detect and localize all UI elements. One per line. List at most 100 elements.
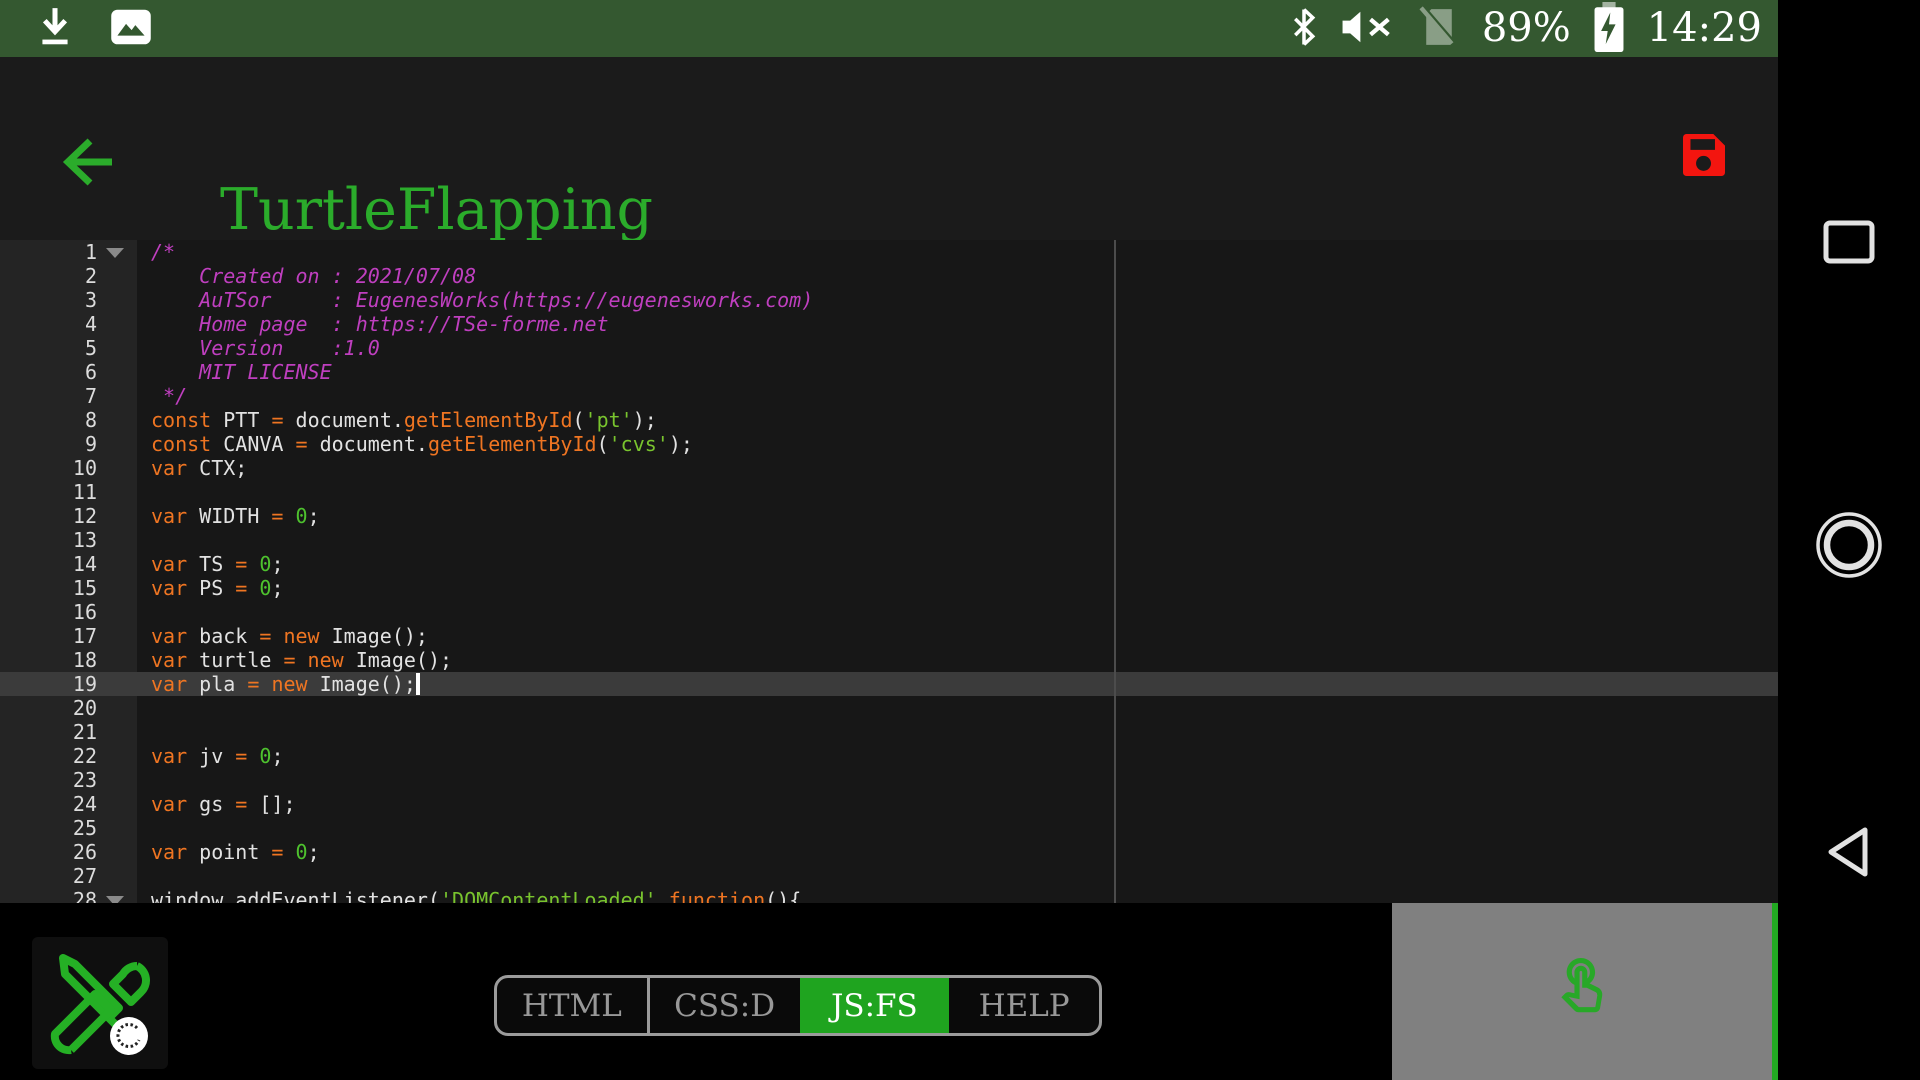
line-number: 11 bbox=[0, 480, 137, 504]
code-line[interactable]: 13 bbox=[0, 528, 1778, 552]
status-bar-left bbox=[36, 0, 152, 57]
code-text[interactable]: const CANVA = document.getElementById('c… bbox=[137, 432, 1778, 456]
code-text[interactable]: window.addEventListener('DOMContentLoade… bbox=[137, 888, 1778, 903]
download-icon bbox=[36, 5, 74, 53]
back-arrow-icon[interactable] bbox=[58, 131, 116, 197]
touch-gesture-panel[interactable] bbox=[1392, 903, 1772, 1080]
home-button[interactable] bbox=[1778, 508, 1920, 582]
bottom-toolbar: HTMLCSS:DJS:FSHELP bbox=[0, 903, 1778, 1080]
battery-percent: 89% bbox=[1482, 0, 1571, 57]
line-number: 21 bbox=[0, 720, 137, 744]
code-line[interactable]: 1/* bbox=[0, 240, 1778, 264]
code-line[interactable]: 17var back = new Image(); bbox=[0, 624, 1778, 648]
fold-arrow-icon[interactable] bbox=[106, 896, 124, 903]
code-line[interactable]: 6 MIT LICENSE bbox=[0, 360, 1778, 384]
code-line[interactable]: 27 bbox=[0, 864, 1778, 888]
code-text[interactable]: var TS = 0; bbox=[137, 552, 1778, 576]
code-text[interactable]: var back = new Image(); bbox=[137, 624, 1778, 648]
code-text[interactable]: Created on : 2021/07/08 bbox=[137, 264, 1778, 288]
android-nav-bar bbox=[1778, 0, 1920, 1080]
save-button[interactable] bbox=[1676, 127, 1732, 183]
code-text[interactable]: var turtle = new Image(); bbox=[137, 648, 1778, 672]
line-number: 15 bbox=[0, 576, 137, 600]
code-line[interactable]: 12var WIDTH = 0; bbox=[0, 504, 1778, 528]
code-text[interactable]: Version :1.0 bbox=[137, 336, 1778, 360]
code-text[interactable] bbox=[137, 480, 1778, 504]
code-editor[interactable]: 1/*2 Created on : 2021/07/083 AuTSor : E… bbox=[0, 240, 1778, 903]
page-title: TurtleFlapping bbox=[220, 177, 653, 243]
code-line[interactable]: 18var turtle = new Image(); bbox=[0, 648, 1778, 672]
code-line[interactable]: 3 AuTSor : EugenesWorks(https://eugenesw… bbox=[0, 288, 1778, 312]
line-number: 23 bbox=[0, 768, 137, 792]
tab-js-fs[interactable]: JS:FS bbox=[800, 978, 950, 1033]
code-text[interactable] bbox=[137, 720, 1778, 744]
line-number: 25 bbox=[0, 816, 137, 840]
fold-arrow-icon[interactable] bbox=[106, 248, 124, 258]
line-number: 9 bbox=[0, 432, 137, 456]
code-text[interactable]: var gs = []; bbox=[137, 792, 1778, 816]
code-line[interactable]: 22var jv = 0; bbox=[0, 744, 1778, 768]
tab-html[interactable]: HTML bbox=[497, 978, 647, 1033]
code-text[interactable] bbox=[137, 600, 1778, 624]
code-line[interactable]: 9const CANVA = document.getElementById('… bbox=[0, 432, 1778, 456]
line-number: 5 bbox=[0, 336, 137, 360]
code-line[interactable]: 14var TS = 0; bbox=[0, 552, 1778, 576]
line-number: 17 bbox=[0, 624, 137, 648]
code-line[interactable]: 16 bbox=[0, 600, 1778, 624]
recents-button[interactable] bbox=[1778, 218, 1920, 266]
code-line[interactable]: 25 bbox=[0, 816, 1778, 840]
code-text[interactable] bbox=[137, 528, 1778, 552]
code-line[interactable]: 23 bbox=[0, 768, 1778, 792]
code-text[interactable]: AuTSor : EugenesWorks(https://eugeneswor… bbox=[137, 288, 1778, 312]
code-text[interactable]: var WIDTH = 0; bbox=[137, 504, 1778, 528]
code-line[interactable]: 15var PS = 0; bbox=[0, 576, 1778, 600]
code-line[interactable]: 5 Version :1.0 bbox=[0, 336, 1778, 360]
line-number: 1 bbox=[0, 240, 137, 264]
line-number: 22 bbox=[0, 744, 137, 768]
code-text[interactable] bbox=[137, 768, 1778, 792]
code-text[interactable]: var PS = 0; bbox=[137, 576, 1778, 600]
no-sim-icon bbox=[1418, 4, 1460, 54]
image-icon bbox=[110, 8, 152, 50]
tab-css-d[interactable]: CSS:D bbox=[647, 978, 800, 1033]
line-number: 7 bbox=[0, 384, 137, 408]
code-line[interactable]: 24var gs = []; bbox=[0, 792, 1778, 816]
tools-button[interactable] bbox=[32, 937, 168, 1069]
code-text[interactable]: /* bbox=[137, 240, 1778, 264]
code-line[interactable]: 20 bbox=[0, 696, 1778, 720]
code-line[interactable]: 7 */ bbox=[0, 384, 1778, 408]
back-nav-button[interactable] bbox=[1778, 822, 1920, 882]
code-line[interactable]: 19var pla = new Image(); bbox=[0, 672, 1778, 696]
volume-muted-icon bbox=[1340, 9, 1396, 49]
code-text[interactable]: */ bbox=[137, 384, 1778, 408]
touch-gesture-icon bbox=[1551, 955, 1613, 1023]
code-text[interactable]: MIT LICENSE bbox=[137, 360, 1778, 384]
code-text[interactable]: var CTX; bbox=[137, 456, 1778, 480]
code-line[interactable]: 10var CTX; bbox=[0, 456, 1778, 480]
code-line[interactable]: 4 Home page : https://TSe-forme.net bbox=[0, 312, 1778, 336]
line-number: 2 bbox=[0, 264, 137, 288]
line-number: 8 bbox=[0, 408, 137, 432]
code-line[interactable]: 28window.addEventListener('DOMContentLoa… bbox=[0, 888, 1778, 903]
code-text[interactable]: const PTT = document.getElementById('pt'… bbox=[137, 408, 1778, 432]
code-line[interactable]: 2 Created on : 2021/07/08 bbox=[0, 264, 1778, 288]
code-line[interactable]: 11 bbox=[0, 480, 1778, 504]
code-text[interactable]: var point = 0; bbox=[137, 840, 1778, 864]
line-number: 18 bbox=[0, 648, 137, 672]
code-line[interactable]: 21 bbox=[0, 720, 1778, 744]
code-lines[interactable]: 1/*2 Created on : 2021/07/083 AuTSor : E… bbox=[0, 240, 1778, 903]
tab-help[interactable]: HELP bbox=[949, 978, 1099, 1033]
code-text[interactable] bbox=[137, 864, 1778, 888]
code-text[interactable]: var pla = new Image(); bbox=[137, 672, 1778, 696]
line-number: 20 bbox=[0, 696, 137, 720]
code-text[interactable]: var jv = 0; bbox=[137, 744, 1778, 768]
panel-accent-bar bbox=[1772, 903, 1778, 1080]
code-text[interactable] bbox=[137, 816, 1778, 840]
clock: 14:29 bbox=[1647, 0, 1762, 57]
code-text[interactable]: Home page : https://TSe-forme.net bbox=[137, 312, 1778, 336]
code-text[interactable] bbox=[137, 696, 1778, 720]
code-line[interactable]: 8const PTT = document.getElementById('pt… bbox=[0, 408, 1778, 432]
code-line[interactable]: 26var point = 0; bbox=[0, 840, 1778, 864]
line-number: 26 bbox=[0, 840, 137, 864]
line-number: 14 bbox=[0, 552, 137, 576]
